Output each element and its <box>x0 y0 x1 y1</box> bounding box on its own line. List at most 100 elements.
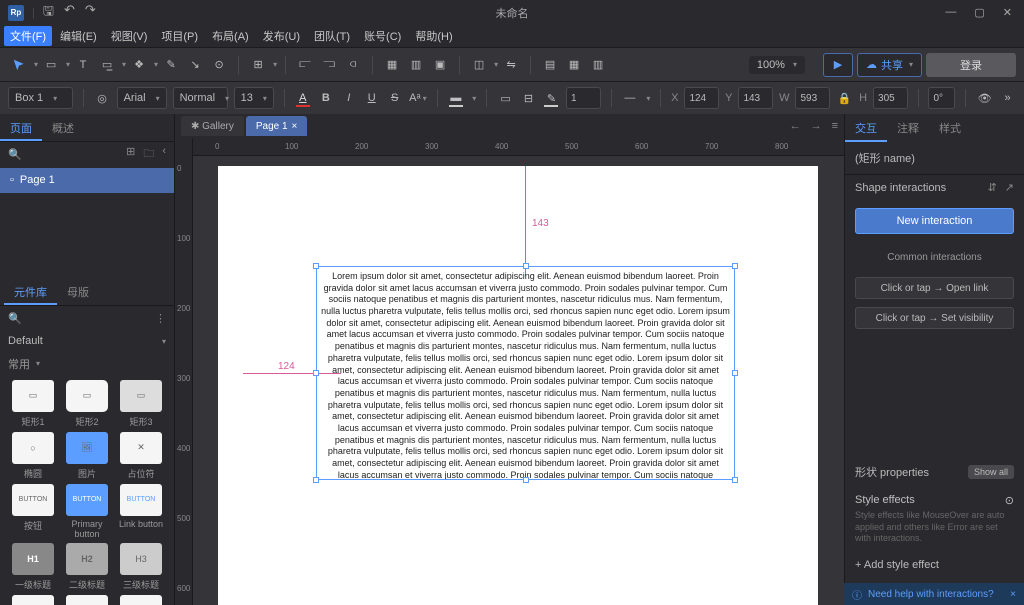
close-icon[interactable]: ✕ <box>1003 6 1012 19</box>
distrib-h-tool[interactable]: ▦ <box>381 54 403 76</box>
tab-style[interactable]: 样式 <box>929 114 971 142</box>
rect-tool[interactable]: ▭ <box>40 54 62 76</box>
tab-pages[interactable]: 页面 <box>0 114 42 141</box>
share-button[interactable]: ☁ 共享▾ <box>857 53 922 77</box>
selection-name[interactable]: (矩形 name) <box>845 142 1024 174</box>
lib-placeholder[interactable]: ✕占位符 <box>116 432 166 480</box>
more-icon[interactable]: » <box>999 87 1016 109</box>
lib-h2[interactable]: H2二级标题 <box>62 543 112 591</box>
tab-library[interactable]: 元件库 <box>4 278 57 305</box>
more-text-button[interactable]: Aᵃ▾ <box>409 87 426 109</box>
guides-tool[interactable]: ▥ <box>587 54 609 76</box>
lib-rect1[interactable]: ▭矩形1 <box>8 380 58 428</box>
tab-notes[interactable]: 注释 <box>887 114 929 142</box>
handle-tl[interactable] <box>313 263 319 269</box>
distrib-v-tool[interactable]: ▥ <box>405 54 427 76</box>
lib-options-icon[interactable]: ⋮ <box>155 312 166 325</box>
order-tool[interactable]: ◫ <box>468 54 490 76</box>
lib-h3[interactable]: H3三级标题 <box>116 543 166 591</box>
help-bar[interactable]: ⓘ Need help with interactions? × <box>844 583 1024 605</box>
menu-layout[interactable]: 布局(A) <box>206 26 255 46</box>
rotation-input[interactable]: 0° <box>928 87 955 109</box>
help-close-icon[interactable]: × <box>1010 589 1016 600</box>
select-tool[interactable] <box>8 54 30 76</box>
zoom-selector[interactable]: 100%▾ <box>749 56 805 74</box>
lib-primary-button[interactable]: BUTTONPrimary button <box>62 484 112 539</box>
minimize-icon[interactable]: — <box>945 6 956 19</box>
h-input[interactable]: 305 <box>873 87 908 109</box>
connector-tool[interactable]: ↘ <box>184 54 206 76</box>
text-tool[interactable]: T <box>72 54 94 76</box>
search-icon[interactable]: 🔍 <box>8 148 22 161</box>
border-color[interactable]: ✎ <box>543 87 560 109</box>
point-tool[interactable]: ⊙ <box>208 54 230 76</box>
canvas-tab-gallery[interactable]: ✱ Gallery <box>181 116 244 136</box>
y-input[interactable]: 143 <box>738 87 773 109</box>
chevron-down-icon[interactable]: ▾ <box>34 60 38 69</box>
nav-fwd-icon[interactable]: → <box>811 120 822 132</box>
menu-project[interactable]: 项目(P) <box>155 26 204 46</box>
tab-close-icon[interactable]: × <box>292 121 298 132</box>
line-style[interactable]: — <box>621 87 638 109</box>
popout-icon[interactable]: ↗ <box>1005 181 1014 194</box>
undo-icon[interactable]: ↶ <box>64 2 75 24</box>
border-style[interactable]: ⊟ <box>520 87 537 109</box>
maximize-icon[interactable]: ▢ <box>974 6 984 19</box>
sort-icon[interactable]: ⇵ <box>988 181 997 194</box>
handle-ml[interactable] <box>313 370 319 376</box>
w-input[interactable]: 593 <box>795 87 830 109</box>
canvas-viewport[interactable]: 143 124 Lorem ipsum dolor sit amet, cons… <box>193 156 844 605</box>
handle-tr[interactable] <box>732 263 738 269</box>
handle-tm[interactable] <box>523 263 529 269</box>
selected-box[interactable]: Lorem ipsum dolor sit amet, consectetur … <box>316 266 735 480</box>
stack-tool[interactable]: ❖ <box>128 54 150 76</box>
page-item[interactable]: ▫ Page 1 <box>0 168 174 193</box>
bold-button[interactable]: B <box>317 87 334 109</box>
nav-menu-icon[interactable]: ≡ <box>832 120 838 132</box>
menu-file[interactable]: 文件(F) <box>4 26 52 46</box>
tab-outline[interactable]: 概述 <box>42 114 84 141</box>
common-setvisibility-button[interactable]: Click or tap → Set visibility <box>855 307 1014 329</box>
canvas-page[interactable]: 143 124 Lorem ipsum dolor sit amet, cons… <box>218 166 818 605</box>
tab-interactions[interactable]: 交互 <box>845 114 887 142</box>
font-selector[interactable]: Arial▾ <box>117 87 167 109</box>
element-selector[interactable]: Box 1▾ <box>8 87 73 109</box>
underline-button[interactable]: U <box>363 87 380 109</box>
lib-search-icon[interactable]: 🔍 <box>8 312 22 325</box>
handle-mr[interactable] <box>732 370 738 376</box>
library-selector[interactable]: Default▾ <box>0 331 174 351</box>
lib-label[interactable]: A̲Label <box>8 595 58 605</box>
nav-back-icon[interactable]: ← <box>790 120 801 132</box>
lib-ellipse[interactable]: ○椭圆 <box>8 432 58 480</box>
canvas-tab-page1[interactable]: Page 1× <box>246 116 308 136</box>
lib-rect2[interactable]: ▭矩形2 <box>62 380 112 428</box>
lib-paragraph[interactable]: P <box>62 595 112 605</box>
align-left-tool[interactable]: ⫍ <box>294 54 316 76</box>
stroke-width[interactable]: 1 <box>566 87 601 109</box>
snap-tool[interactable]: ▤ <box>539 54 561 76</box>
menu-publish[interactable]: 发布(U) <box>257 26 306 46</box>
handle-br[interactable] <box>732 477 738 483</box>
preview-button[interactable]: ▶ <box>823 53 853 77</box>
text-color[interactable]: A <box>294 87 311 109</box>
new-interaction-button[interactable]: New interaction <box>855 208 1014 234</box>
x-input[interactable]: 124 <box>684 87 719 109</box>
save-icon[interactable]: 🖫 <box>43 2 54 24</box>
target-icon[interactable]: ◎ <box>94 87 111 109</box>
login-button[interactable]: 登录 <box>926 53 1016 77</box>
collapse-icon[interactable]: ‹ <box>162 145 166 164</box>
align-center-tool[interactable]: ⫎ <box>318 54 340 76</box>
add-style-effect-button[interactable]: + Add style effect <box>845 551 1024 579</box>
lock-icon[interactable]: 🔒 <box>836 87 853 109</box>
align-right-tool[interactable]: ⫏ <box>342 54 364 76</box>
menu-view[interactable]: 视图(V) <box>105 26 154 46</box>
add-folder-icon[interactable]: 🗀 <box>143 145 154 164</box>
menu-team[interactable]: 团队(T) <box>308 26 356 46</box>
redo-icon[interactable]: ↷ <box>85 2 96 24</box>
fill-color[interactable]: ▬ <box>447 87 464 109</box>
lib-rect3[interactable]: ▭矩形3 <box>116 380 166 428</box>
lib-button[interactable]: BUTTON按钮 <box>8 484 58 539</box>
weight-selector[interactable]: Normal▾ <box>173 87 228 109</box>
border-button[interactable]: ▭ <box>497 87 514 109</box>
italic-button[interactable]: I <box>340 87 357 109</box>
